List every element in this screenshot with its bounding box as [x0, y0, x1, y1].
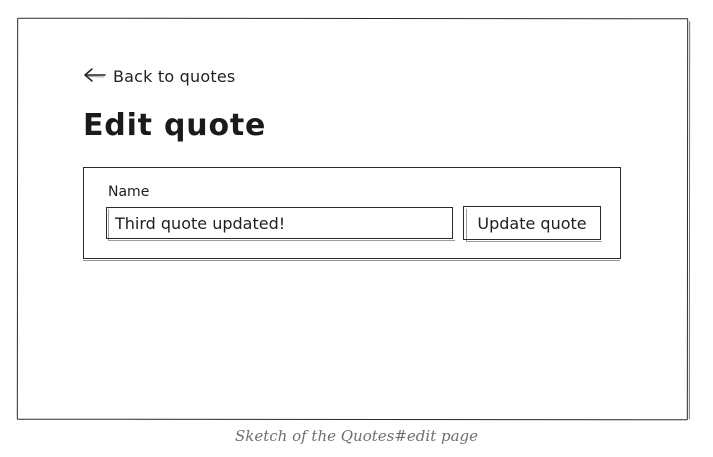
name-field-label: Name — [108, 184, 150, 200]
back-link-label: Back to quotes — [113, 66, 236, 86]
edit-quote-form: Name Update quote — [83, 167, 621, 261]
update-quote-button[interactable]: Update quote — [463, 206, 601, 240]
arrow-left-icon — [83, 67, 107, 86]
page-title: Edit quote — [83, 108, 267, 143]
figure-caption: Sketch of the Quotes#edit page — [234, 427, 479, 445]
back-to-quotes-link[interactable]: Back to quotes — [83, 66, 235, 86]
quote-name-input[interactable] — [106, 207, 453, 239]
